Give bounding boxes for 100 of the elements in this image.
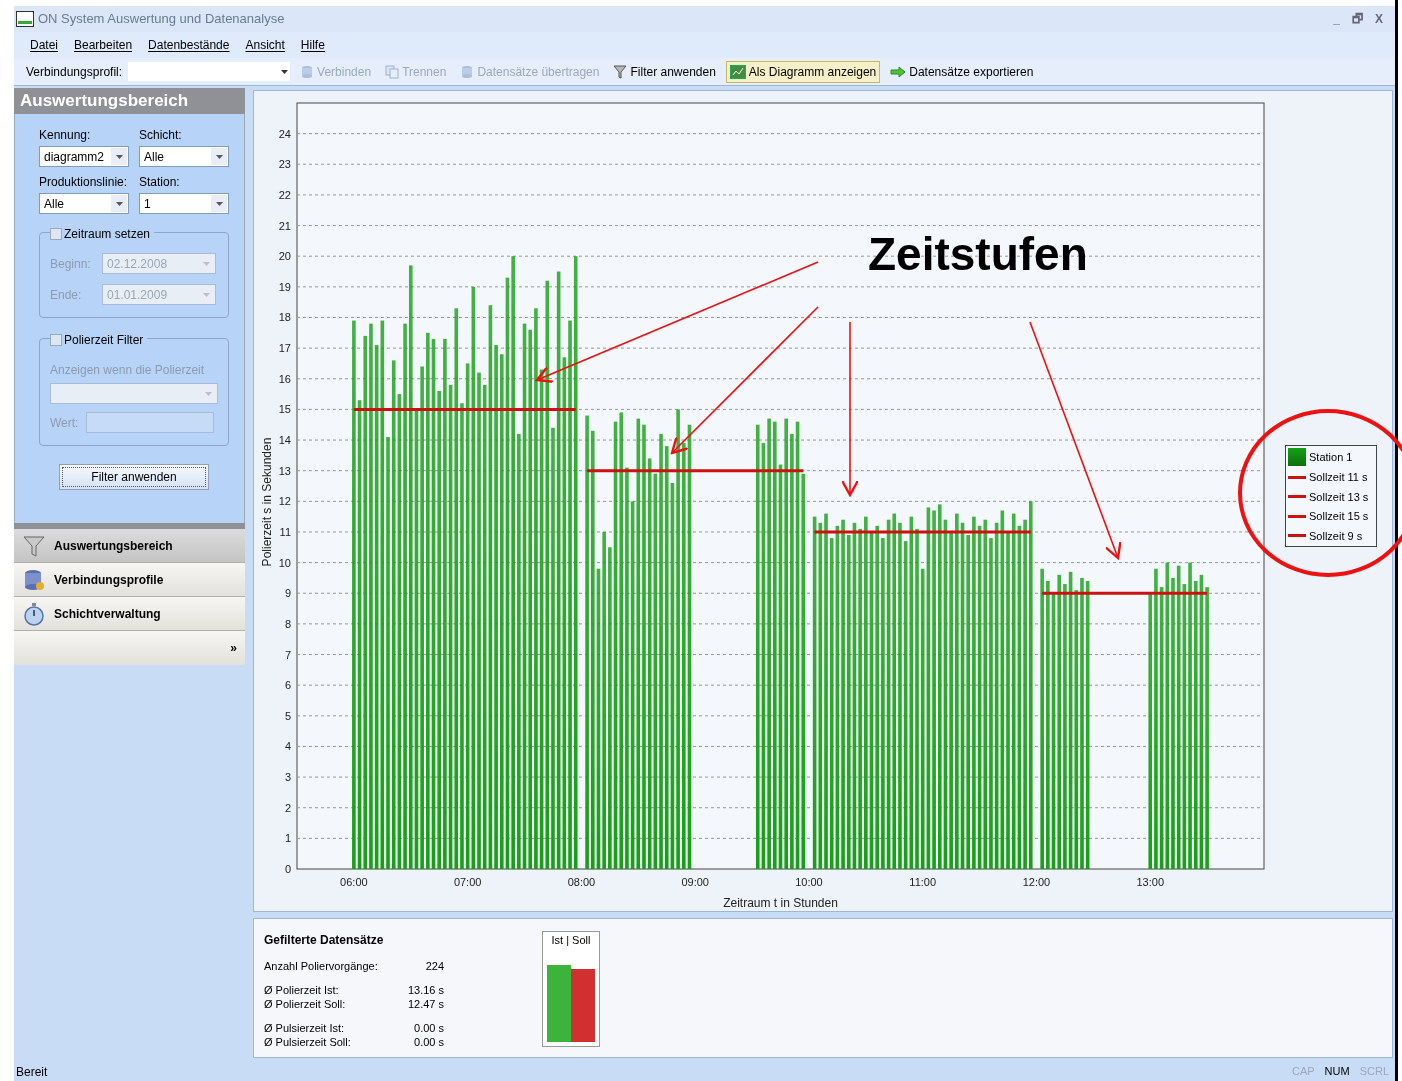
dropdown-field[interactable]: Alle [39,193,129,214]
nav-item[interactable]: Verbindungsprofile [14,563,245,597]
funnel-icon [22,533,46,558]
dropdown-arrow-icon [281,69,289,74]
stat-label: Ø Polierzeit Ist: [264,983,339,997]
status-indicator: NUM [1324,1064,1350,1080]
x-tick-label: 09:00 [681,876,709,888]
toolbar-button[interactable]: Filter anwenden [609,60,720,83]
stat-label: Ø Pulsierzeit Ist: [264,1021,345,1035]
menu-item[interactable]: Datei [30,36,58,54]
y-tick-label: 15 [278,403,291,416]
stat-value: 224 [425,959,444,973]
y-tick-label: 5 [284,709,291,722]
minimize-button[interactable]: _ [1333,10,1340,28]
nav-item[interactable]: Auswertungsbereich [14,529,245,563]
x-tick-label: 06:00 [340,876,368,888]
nav-item[interactable]: Schichtverwaltung [14,597,245,631]
toolbar-button[interactable]: Als Diagramm anzeigen [725,60,881,83]
field-label: Kennung: [39,127,92,144]
field-label: Beginn: [50,255,92,273]
menu-item[interactable]: Bearbeiten [74,36,133,54]
y-tick-label: 20 [278,250,291,263]
stats-title: Gefilterte Datensätze [264,932,385,949]
status-indicator: CAP [1291,1064,1315,1080]
legend-label: Sollzeit 11 s [1309,470,1368,485]
stat-value: 13.16 s [407,983,444,997]
stat-label: Ø Pulsierzeit Soll: [264,1035,351,1049]
y-tick-label: 13 [278,464,291,477]
y-tick-label: 7 [284,648,291,661]
legend-line-icon [1288,514,1306,518]
y-tick-label: 10 [278,556,291,569]
stopwatch-icon [22,601,46,626]
restore-button[interactable]: 🗗 [1352,10,1363,28]
y-tick-label: 21 [278,219,291,232]
y-axis-label: Polierzeit s in Sekunden [260,437,274,567]
x-tick-label: 10:00 [795,876,823,888]
y-tick-label: 0 [284,863,291,875]
annotation-label: Zeitstufen [868,228,1088,280]
y-tick-label: 23 [278,158,291,171]
checkbox-label: Polierzeit Filter [64,332,144,349]
field-label: Station: [139,174,181,191]
field-label: Wert: [50,414,79,432]
y-tick-label: 22 [278,188,291,201]
y-tick-label: 2 [284,801,291,814]
stat-label: Ø Polierzeit Soll: [264,997,346,1011]
toolbar-label: Verbindungsprofil: [26,63,123,81]
menu-item[interactable]: Hilfe [300,36,325,54]
dropdown-field[interactable]: Alle [139,146,229,167]
x-tick-label: 11:00 [909,876,937,888]
database-icon [22,567,46,592]
checkbox[interactable] [50,228,62,240]
legend-line-icon [1288,534,1306,538]
y-tick-label: 11 [279,525,291,538]
stat-value: 0.00 s [414,1021,444,1035]
stat-value: 12.47 s [407,997,444,1011]
x-axis-label: Zeitraum t in Stunden [723,896,838,910]
checkbox[interactable] [50,334,62,346]
more-button[interactable]: » [230,639,237,657]
y-tick-label: 6 [284,679,291,692]
legend-label: Sollzeit 15 s [1309,509,1369,524]
panel-header: Auswertungsbereich [14,88,245,114]
field-label: Produktionslinie: [39,174,129,191]
dropdown-field[interactable]: 1 [139,193,229,214]
arrow-right-icon [890,65,907,78]
legend-line-icon [1288,495,1306,499]
pages-icon [385,64,400,79]
legend-label: Sollzeit 13 s [1309,489,1369,505]
database-icon [300,64,315,79]
y-tick-label: 8 [284,617,291,630]
close-button[interactable]: X [1375,10,1383,28]
checkbox-label: Zeitraum setzen [64,226,151,243]
x-tick-label: 12:00 [1022,876,1051,888]
status-text: Bereit [16,1063,48,1081]
y-tick-label: 9 [284,587,291,600]
profile-dropdown[interactable] [128,62,291,81]
filter-hint: Anzeigen wenn die Polierzeit [50,362,206,379]
apply-filter-button[interactable]: Filter anwenden [59,464,209,490]
toolbar-button[interactable]: Datensätze exportieren [886,60,1038,83]
x-tick-label: 13:00 [1136,876,1164,888]
window-title: ON System Auswertung und Datenanalyse [38,10,285,29]
y-tick-label: 16 [278,372,291,385]
menu-item[interactable]: Datenbestände [148,36,230,54]
legend-swatch [1288,448,1306,466]
y-tick-label: 14 [278,434,291,447]
y-tick-label: 18 [278,311,291,324]
stat-value: 0.00 s [414,1035,444,1049]
condition-dropdown[interactable] [50,383,218,404]
field-label: Schicht: [139,127,183,144]
x-tick-label: 08:00 [567,876,596,888]
dropdown-field[interactable]: diagramm2 [39,146,129,167]
y-tick-label: 4 [284,740,291,753]
database-icon [460,64,475,79]
legend-label: Sollzeit 9 s [1309,528,1363,544]
stat-label: Anzahl Poliervorgänge: [264,959,378,973]
chart-icon [729,64,746,79]
y-tick-label: 3 [284,771,291,784]
menu-item[interactable]: Ansicht [245,36,285,54]
y-tick-label: 1 [284,832,291,845]
status-indicator: SCRL [1359,1064,1389,1080]
mini-chart-title: Ist | Soll [551,933,591,948]
